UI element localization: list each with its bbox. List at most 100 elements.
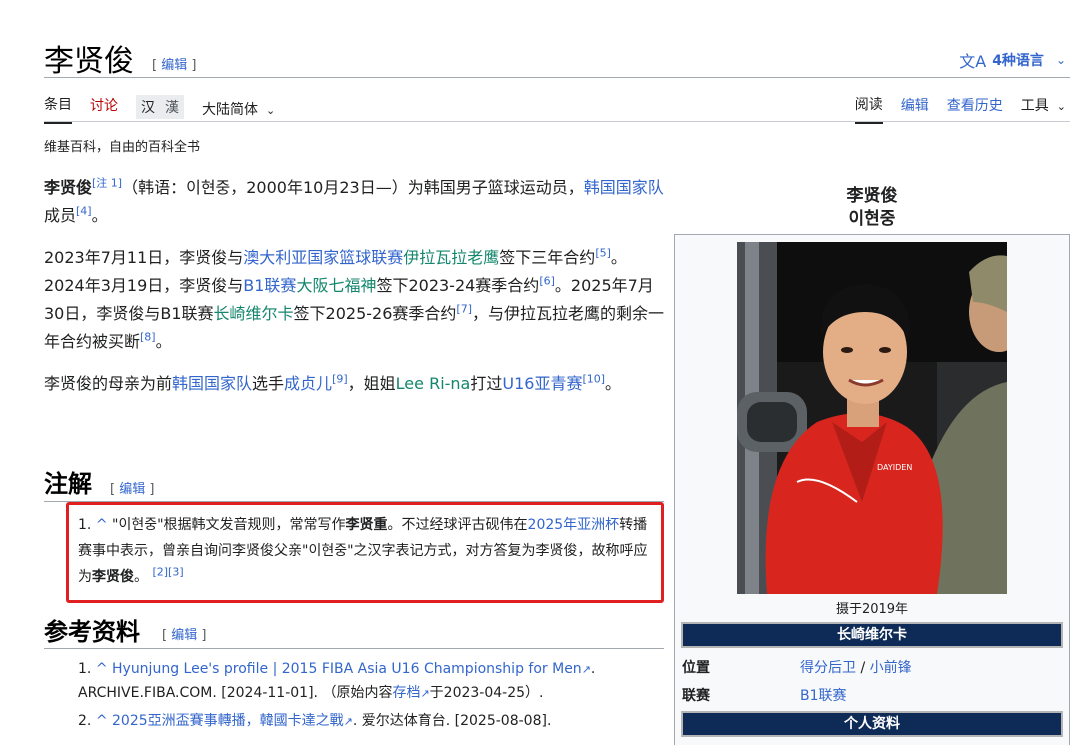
references-edit-link[interactable]: [ 编辑 ] [162,624,206,643]
article-body: 李贤俊[注 1]（韩语：이현중，2000年10月23日—）为韩国男子篮球运动员，… [44,174,664,412]
link-sister[interactable]: Lee Ri-na [396,374,471,393]
link-small-forward[interactable]: 小前锋 [870,660,912,676]
language-count: 4种语言 [992,53,1044,69]
family-text: ，姐姐 [347,374,396,393]
view-tabs: 阅读 编辑 查看历史 工具 ⌄ [837,94,1066,124]
external-link-icon: ↗ [420,686,430,700]
page-title: 李贤俊 [44,44,134,79]
tab-read[interactable]: 阅读 [854,94,883,124]
ref-4[interactable]: [4] [76,205,92,218]
link-nbl[interactable]: 澳大利亚国家篮球联赛 [243,248,403,267]
career-text: 签下三年合约 [499,248,596,267]
tabs-divider [44,121,1070,122]
note-bold-name: 李贤重 [345,517,388,533]
language-button[interactable]: 文A 4种语言 ⌄ [959,48,1066,72]
career-text: 2023年7月11日，李贤俊与 [44,248,244,267]
intro-paragraph: 李贤俊[注 1]（韩语：이현중，2000年10月23日—）为韩国男子篮球运动员，… [44,174,664,230]
references-divider [44,648,664,649]
infobox-label: 联赛 [682,688,710,704]
variant-traditional[interactable]: 漢 [160,95,184,119]
title-edit-label[interactable]: 编辑 [161,58,187,73]
notes-edit-label[interactable]: 编辑 [119,482,145,497]
infobox-value: B1联赛 [800,685,847,705]
shirt-text: DAYIDEN [877,463,912,472]
reference-number: 2. [78,712,92,729]
reference-item: 2. ^ 2025亞洲盃賽事轉播，韓國卡達之戰↗. 爱尔达体育台. [2025-… [78,710,668,734]
career-text: 。 [155,332,172,351]
subject-name: 李贤俊 [44,178,93,197]
reference-number: 1. [78,661,92,677]
reference-text: . [590,661,596,677]
notes-edit-link[interactable]: [ 编辑 ] [110,478,154,497]
ref-6[interactable]: [6] [539,275,555,288]
link-korea-team[interactable]: 韩国国家队 [172,374,252,393]
script-variant-toggle: 汉 漢 [136,95,184,119]
ref-5[interactable]: [5] [595,247,611,260]
site-tagline: 维基百科，自由的百科全书 [44,140,201,155]
link-mother[interactable]: 成贞儿 [284,374,332,393]
family-text: 。 [605,374,622,393]
cropped-top-text [330,0,730,4]
external-link-icon: ↗ [581,663,591,676]
intro-text: 。 [91,206,108,225]
link-shooting-guard[interactable]: 得分后卫 [800,660,856,676]
family-text: 选手 [252,374,285,393]
intro-text: （韩语：이현중，2000年10月23日—）为韩国男子篮球运动员， [122,178,584,197]
reference-text: . 爱尔达体育台. [2025-08-08]. [352,712,552,729]
ref-9[interactable]: [9] [332,373,348,386]
family-text: 打过 [470,374,503,393]
note-number: 1. [78,517,92,533]
references-edit-label[interactable]: 编辑 [171,628,197,643]
family-text: 李贤俊的母亲为前 [44,374,173,393]
link-national-team[interactable]: 韩国国家队 [584,178,664,197]
link-illawarra[interactable]: 伊拉瓦拉老鹰 [403,248,499,267]
chevron-down-icon: ⌄ [266,104,276,117]
player-photo[interactable]: DAYIDEN [737,242,1007,594]
tools-dropdown[interactable]: 工具 ⌄ [1021,95,1066,123]
note-ref-1[interactable]: [注 1] [92,177,122,190]
chevron-down-icon: ⌄ [1055,53,1066,67]
tools-label: 工具 [1020,98,1049,114]
note-refs[interactable]: [2][3] [152,565,183,578]
link-b1-league[interactable]: B1联赛 [243,276,296,295]
reference-title-link[interactable]: 2025亞洲盃賽事轉播，韓國卡達之戰 [112,713,344,729]
references-heading: 参考资料 [44,617,140,646]
career-text: 签下2025-26赛季合约 [293,304,457,323]
infobox-value: 得分后卫 / 小前锋 [800,657,912,677]
title-edit-link[interactable]: [ 编辑 ] [152,54,196,73]
title-divider [44,77,1070,78]
note-text: 。 [134,568,148,585]
career-paragraph: 2023年7月11日，李贤俊与澳大利亚国家篮球联赛伊拉瓦拉老鹰签下三年合约[5]… [44,244,664,356]
infobox-team-label[interactable]: 长崎维尔卡 [837,627,907,643]
infobox-personal-label: 个人资料 [844,716,900,732]
tab-history[interactable]: 查看历史 [947,95,1003,123]
note-text: 。不过经球评古砚伟在 [387,517,528,533]
link-b1[interactable]: B1联赛 [800,688,847,704]
tab-edit[interactable]: 编辑 [901,95,929,123]
variant-simplified[interactable]: 汉 [136,95,160,119]
link-osaka[interactable]: 大阪七福神 [296,276,376,295]
photo-caption: 摄于2019年 [835,602,909,617]
note-backlink[interactable]: ^ [96,517,108,533]
link-nagasaki[interactable]: 长崎维尔卡 [214,304,294,323]
reference-item: 1. ^ Hyunjung Lee's profile | 2015 FIBA … [78,658,668,706]
link-u16[interactable]: U16亚青赛 [502,374,582,393]
reference-title-link[interactable]: Hyunjung Lee's profile | 2015 FIBA Asia … [112,661,582,677]
archive-link[interactable]: 存档 [392,685,420,701]
infobox-title: 李贤俊 이현중 [674,185,1070,231]
reference-backlink[interactable]: ^ [96,713,108,729]
reference-backlink[interactable]: ^ [96,661,108,677]
link-asia-cup[interactable]: 2025年亚洲杯 [528,517,620,533]
infobox-team-header[interactable]: 长崎维尔卡 [681,622,1063,648]
ref-7[interactable]: [7] [456,303,472,316]
tab-article[interactable]: 条目 [44,94,72,124]
tab-talk[interactable]: 讨论 [90,95,118,123]
infobox-name-zh: 李贤俊 [846,186,898,206]
external-link-icon: ↗ [343,714,353,728]
infobox-name-ko: 이현중 [848,208,896,229]
translate-icon: 文A [959,52,987,71]
ref-8[interactable]: [8] [140,331,156,344]
infobox-row-position: 位置 得分后卫 / 小前锋 [682,657,1062,677]
language-variant-dropdown[interactable]: 大陆简体 ⌄ [202,99,275,119]
ref-10[interactable]: [10] [582,373,605,386]
